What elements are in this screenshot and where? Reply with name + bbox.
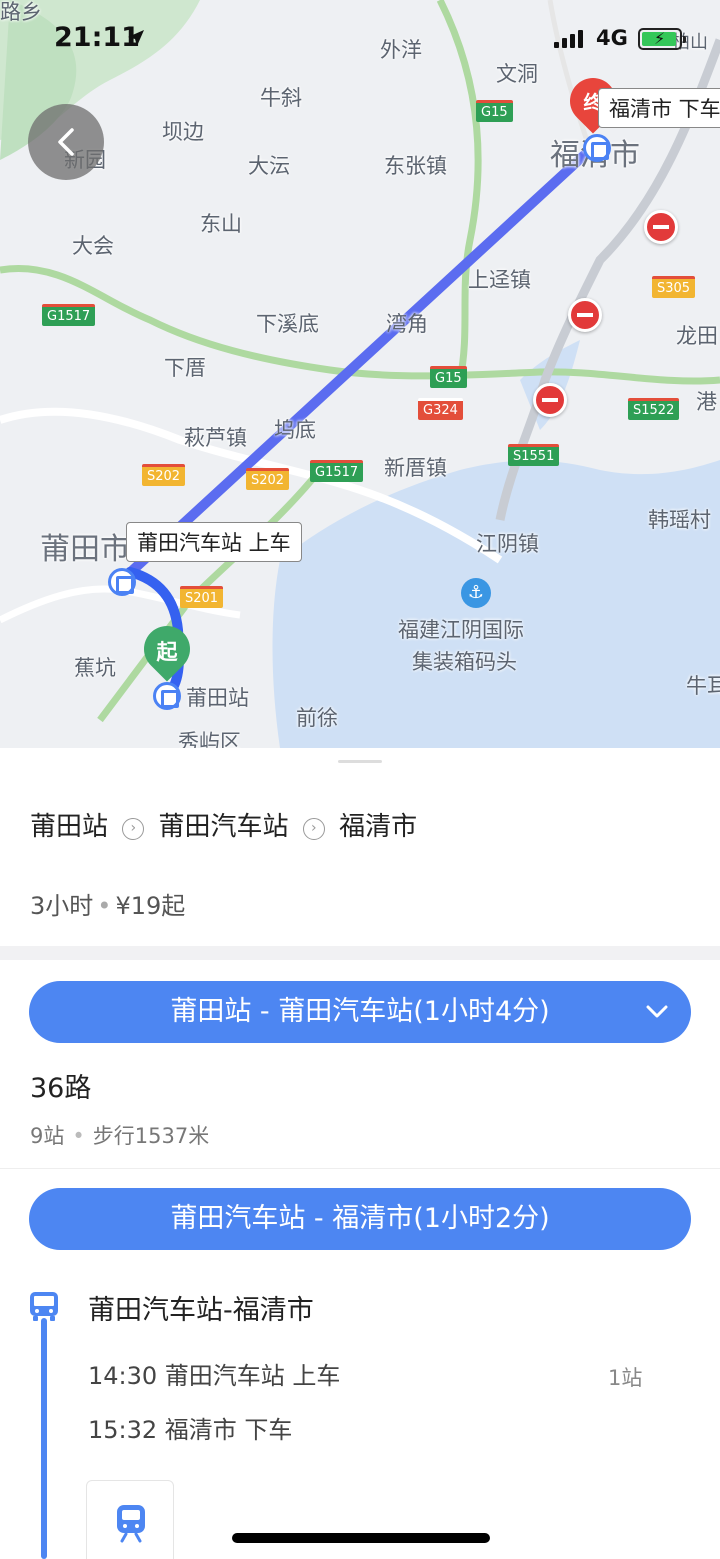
summary-stop: 莆田汽车站 [158, 812, 289, 842]
place-label: 下厝 [164, 356, 206, 380]
chevron-right-icon: › [122, 818, 145, 840]
road-shield: S1551 [508, 444, 560, 466]
summary-stop: 福清市 [339, 812, 418, 842]
start-pin-label: 起 [156, 640, 178, 664]
no-entry-icon [644, 210, 678, 244]
bus-station-icon[interactable] [153, 682, 181, 710]
segment-title: 莆田站 - 莆田汽车站(1小时4分) [170, 996, 550, 1027]
stop-count[interactable]: 1站 [608, 1362, 642, 1392]
line-name[interactable]: 36路 [30, 1066, 91, 1105]
alight-time: 15:32 福清市 下车 [88, 1416, 293, 1444]
place-label: 牛斜 [260, 86, 302, 110]
place-label: 莆田站 [186, 686, 249, 710]
road-shield: G15 [430, 366, 467, 388]
section-divider [0, 946, 720, 960]
road-shield: G1517 [310, 460, 364, 482]
route-price: ¥19起 [115, 892, 186, 920]
location-arrow-icon [128, 30, 144, 46]
line-stop-count: 9站 [30, 1124, 65, 1148]
no-entry-icon [533, 383, 567, 417]
road-shield: S305 [652, 276, 696, 298]
place-label: 湾角 [386, 312, 428, 336]
road-shield: S1522 [628, 398, 680, 420]
home-indicator[interactable] [232, 1533, 490, 1543]
road-shield: S202 [142, 464, 186, 486]
place-label: 韩瑶村 [648, 508, 711, 532]
place-label: 萩芦镇 [184, 426, 247, 450]
route-duration: 3小时 [30, 892, 94, 920]
place-label: 江阴镇 [476, 532, 539, 556]
road-shield: S201 [180, 586, 224, 608]
line-meta: 9站 • 步行1537米 [30, 1124, 210, 1148]
train-option-card[interactable] [86, 1480, 174, 1559]
divider [0, 1168, 720, 1169]
road-shield: G324 [418, 398, 463, 420]
summary-stop: 莆田站 [30, 812, 109, 842]
place-label: 福建江阴国际 [398, 618, 524, 642]
route-meta: 3小时 • ¥19起 [30, 892, 186, 920]
road-shield: S202 [246, 468, 290, 490]
status-bar: 21:11 4G ⚡ [0, 0, 720, 80]
route-detail-screen: 路乡 外洋 文洞 牛斜 坝边 新园 大沄 东张镇 东山 大会 上迳镇 下溪底 湾… [0, 0, 720, 1559]
bus-station-icon[interactable] [583, 134, 611, 162]
chevron-left-icon [58, 128, 74, 156]
segment-title: 莆田汽车站 - 福清市(1小时2分) [170, 1203, 550, 1234]
no-entry-icon [568, 298, 602, 332]
line-walk-distance: 步行1537米 [92, 1124, 210, 1148]
place-label: 大会 [72, 234, 114, 258]
place-label: 牛耳 [686, 674, 720, 698]
segment-header-2[interactable]: 莆田汽车站 - 福清市(1小时2分) [29, 1188, 691, 1250]
place-label: 蕉坑 [74, 656, 116, 680]
place-label: 坝边 [162, 120, 204, 144]
place-label: 龙田 [676, 324, 718, 348]
signal-icon [554, 30, 583, 48]
board-callout[interactable]: 莆田汽车站 上车 [126, 522, 302, 562]
alight-callout[interactable]: 福清市 下车 [598, 88, 720, 128]
place-label: 港 [696, 390, 717, 414]
sheet-drag-handle[interactable] [338, 760, 382, 763]
road-shield: G1517 [42, 304, 96, 326]
place-label: 坞底 [274, 418, 316, 442]
segment-header-1[interactable]: 莆田站 - 莆田汽车站(1小时4分) [29, 981, 691, 1043]
back-button[interactable] [28, 104, 104, 180]
place-label: 东山 [200, 212, 242, 236]
place-label: 新厝镇 [384, 456, 447, 480]
place-label: 秀屿区 [178, 730, 241, 748]
network-type: 4G [596, 26, 628, 50]
battery-icon: ⚡ [638, 28, 686, 50]
route-timeline [41, 1318, 47, 1559]
place-label: 东张镇 [384, 154, 447, 178]
city-label: 莆田市 [40, 532, 130, 567]
port-anchor-icon: ⚓ [461, 578, 491, 608]
chevron-right-icon: › [302, 818, 325, 840]
map-view[interactable]: 路乡 外洋 文洞 牛斜 坝边 新园 大沄 东张镇 东山 大会 上迳镇 下溪底 湾… [0, 0, 720, 748]
road-shield: G15 [476, 100, 513, 122]
place-label: 集装箱码头 [412, 650, 517, 674]
chevron-down-icon [646, 1005, 668, 1018]
place-label: 下溪底 [256, 312, 319, 336]
place-label: 上迳镇 [468, 268, 531, 292]
bus-station-icon[interactable] [108, 568, 136, 596]
bus-route-name[interactable]: 莆田汽车站-福清市 [88, 1288, 314, 1327]
board-time: 14:30 莆田汽车站 上车 [88, 1362, 341, 1390]
train-icon [117, 1505, 145, 1543]
route-summary: 莆田站 › 莆田汽车站 › 福清市 [30, 806, 417, 843]
place-label: 大沄 [248, 154, 290, 178]
place-label: 前徐 [296, 706, 338, 730]
bus-icon [30, 1292, 58, 1321]
